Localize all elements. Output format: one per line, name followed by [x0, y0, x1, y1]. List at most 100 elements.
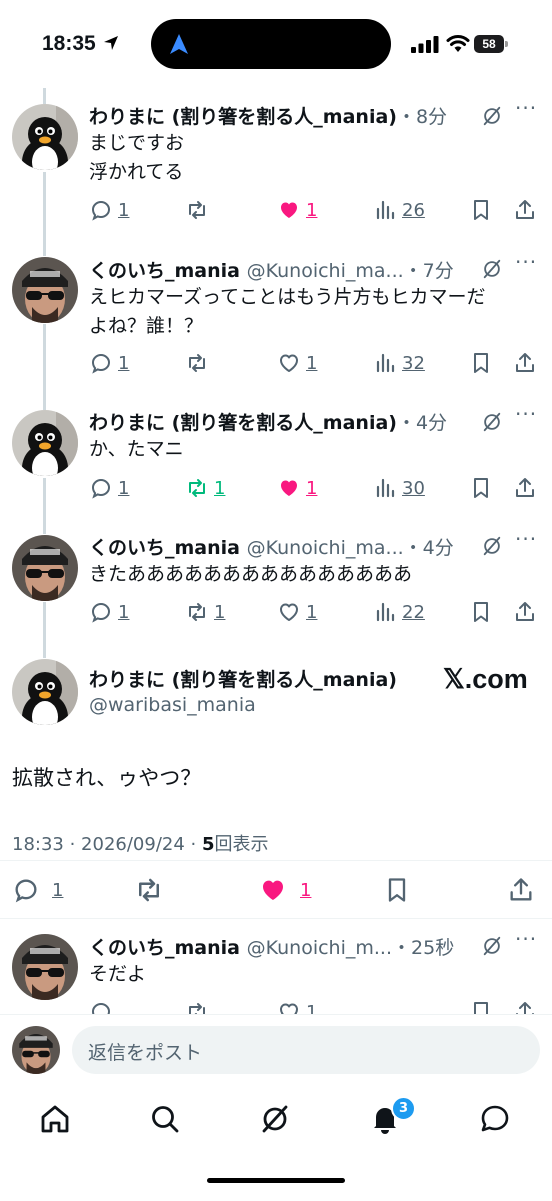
like-button[interactable]: 1 — [277, 598, 317, 626]
views-button[interactable]: 30 — [373, 474, 425, 502]
bookmark-button[interactable] — [383, 874, 411, 906]
author-line: くのいち_mania @Kunoichi_ma...・7分 — [89, 256, 469, 283]
repost-button[interactable]: 1 — [185, 598, 225, 626]
avatar[interactable] — [12, 659, 78, 725]
more-icon[interactable]: ··· — [515, 402, 537, 426]
post-actions: 1 1 32 — [89, 349, 539, 377]
repost-icon — [185, 1000, 209, 1014]
grok-icon[interactable] — [481, 935, 503, 957]
author-name[interactable]: くのいち_mania — [89, 260, 240, 282]
post-time: ・25秒 — [392, 937, 455, 959]
grok-icon[interactable] — [258, 1102, 292, 1136]
more-icon[interactable]: ··· — [515, 927, 537, 951]
repost-button[interactable] — [185, 349, 209, 377]
main-post-actions: 1 1 — [0, 874, 552, 906]
grok-icon[interactable] — [481, 258, 503, 280]
status-time: 18:35 — [42, 32, 120, 56]
author-name[interactable]: わりまに (割り箸を割る人_mania) — [89, 412, 397, 434]
like-button[interactable]: 1 — [277, 474, 317, 502]
like-button[interactable]: 1 — [277, 196, 317, 224]
like-button[interactable]: 1 — [277, 998, 317, 1014]
my-avatar[interactable] — [12, 1026, 60, 1074]
reply-button[interactable]: 1 — [12, 874, 63, 906]
share-button[interactable] — [513, 349, 537, 377]
author-line: わりまに (割り箸を割る人_mania)・4分 — [89, 408, 469, 435]
grok-icon[interactable] — [481, 411, 503, 433]
reply-icon — [89, 351, 113, 375]
avatar[interactable] — [12, 535, 78, 601]
post-time: ・7分 — [403, 260, 454, 282]
tab-bar — [0, 1088, 552, 1152]
reply-icon — [89, 1000, 113, 1014]
more-icon[interactable]: ··· — [515, 527, 537, 551]
heart-filled-icon — [277, 476, 301, 500]
wifi-icon — [446, 35, 470, 52]
view-count: 5 — [201, 834, 215, 855]
heart-icon — [277, 1000, 301, 1014]
views-button[interactable]: 22 — [373, 598, 425, 626]
heart-icon — [277, 351, 301, 375]
thread-line — [43, 602, 46, 658]
author-name[interactable]: くのいち_mania — [89, 937, 240, 959]
repost-button[interactable] — [134, 874, 164, 906]
reply-button[interactable]: 1 — [89, 196, 129, 224]
author-line: くのいち_mania @Kunoichi_ma...・4分 — [89, 533, 469, 560]
share-button[interactable] — [513, 598, 537, 626]
author-name[interactable]: わりまに (割り箸を割る人_mania) — [89, 665, 429, 692]
repost-icon — [185, 476, 209, 500]
notification-badge: 3 — [391, 1096, 416, 1121]
more-icon[interactable]: ··· — [515, 250, 537, 274]
bookmark-icon — [469, 351, 493, 375]
battery-level: 58 — [474, 35, 504, 53]
dynamic-island — [151, 19, 391, 69]
reply-button[interactable]: 1 — [89, 474, 129, 502]
avatar[interactable] — [12, 257, 78, 323]
bookmark-button[interactable] — [469, 598, 493, 626]
avatar[interactable] — [12, 410, 78, 476]
bookmark-icon — [469, 1000, 493, 1014]
thread-line — [43, 88, 46, 104]
post-text: そだよ — [89, 963, 147, 985]
repost-button[interactable] — [185, 998, 209, 1014]
post-actions: 1 1 1 30 — [89, 474, 539, 502]
reply-button[interactable]: 1 — [89, 598, 129, 626]
home-icon[interactable] — [38, 1102, 72, 1136]
share-button[interactable] — [513, 196, 537, 224]
views-button[interactable]: 26 — [373, 196, 425, 224]
battery-icon: 58 — [474, 35, 508, 53]
reply-button[interactable] — [89, 998, 113, 1014]
reply-button[interactable]: 1 — [89, 349, 129, 377]
avatar[interactable] — [12, 104, 78, 170]
post-text: 拡散され、ゥやつ？ — [12, 766, 202, 790]
navigation-arrow-icon — [170, 34, 188, 54]
author-line: わりまに (割り箸を割る人_mania)・8分 — [89, 102, 469, 129]
like-button[interactable]: 1 — [258, 874, 311, 906]
views-icon — [373, 351, 397, 375]
reply-icon — [89, 476, 113, 500]
reply-input[interactable]: 返信をポスト — [72, 1026, 540, 1074]
avatar[interactable] — [12, 934, 78, 1000]
share-button[interactable] — [513, 474, 537, 502]
bookmark-button[interactable] — [469, 349, 493, 377]
share-icon — [513, 198, 537, 222]
like-button[interactable]: 1 — [277, 349, 317, 377]
messages-icon[interactable] — [478, 1102, 512, 1136]
grok-icon[interactable] — [481, 105, 503, 127]
bookmark-button[interactable] — [469, 998, 493, 1014]
bookmark-icon — [469, 198, 493, 222]
grok-icon[interactable] — [481, 535, 503, 557]
search-icon[interactable] — [148, 1102, 182, 1136]
repost-button[interactable] — [185, 196, 209, 224]
post-text: えヒカマーズってことはもう片方もヒカマーだ よね？誰！？ — [89, 286, 486, 337]
share-button[interactable] — [507, 874, 535, 906]
views-button[interactable]: 32 — [373, 349, 425, 377]
share-icon — [513, 476, 537, 500]
repost-button[interactable]: 1 — [185, 474, 225, 502]
share-button[interactable] — [513, 998, 537, 1014]
more-icon[interactable]: ··· — [515, 96, 537, 120]
views-icon — [373, 476, 397, 500]
author-name[interactable]: くのいち_mania — [89, 537, 240, 559]
author-name[interactable]: わりまに (割り箸を割る人_mania) — [89, 106, 397, 128]
bookmark-button[interactable] — [469, 196, 493, 224]
bookmark-button[interactable] — [469, 474, 493, 502]
